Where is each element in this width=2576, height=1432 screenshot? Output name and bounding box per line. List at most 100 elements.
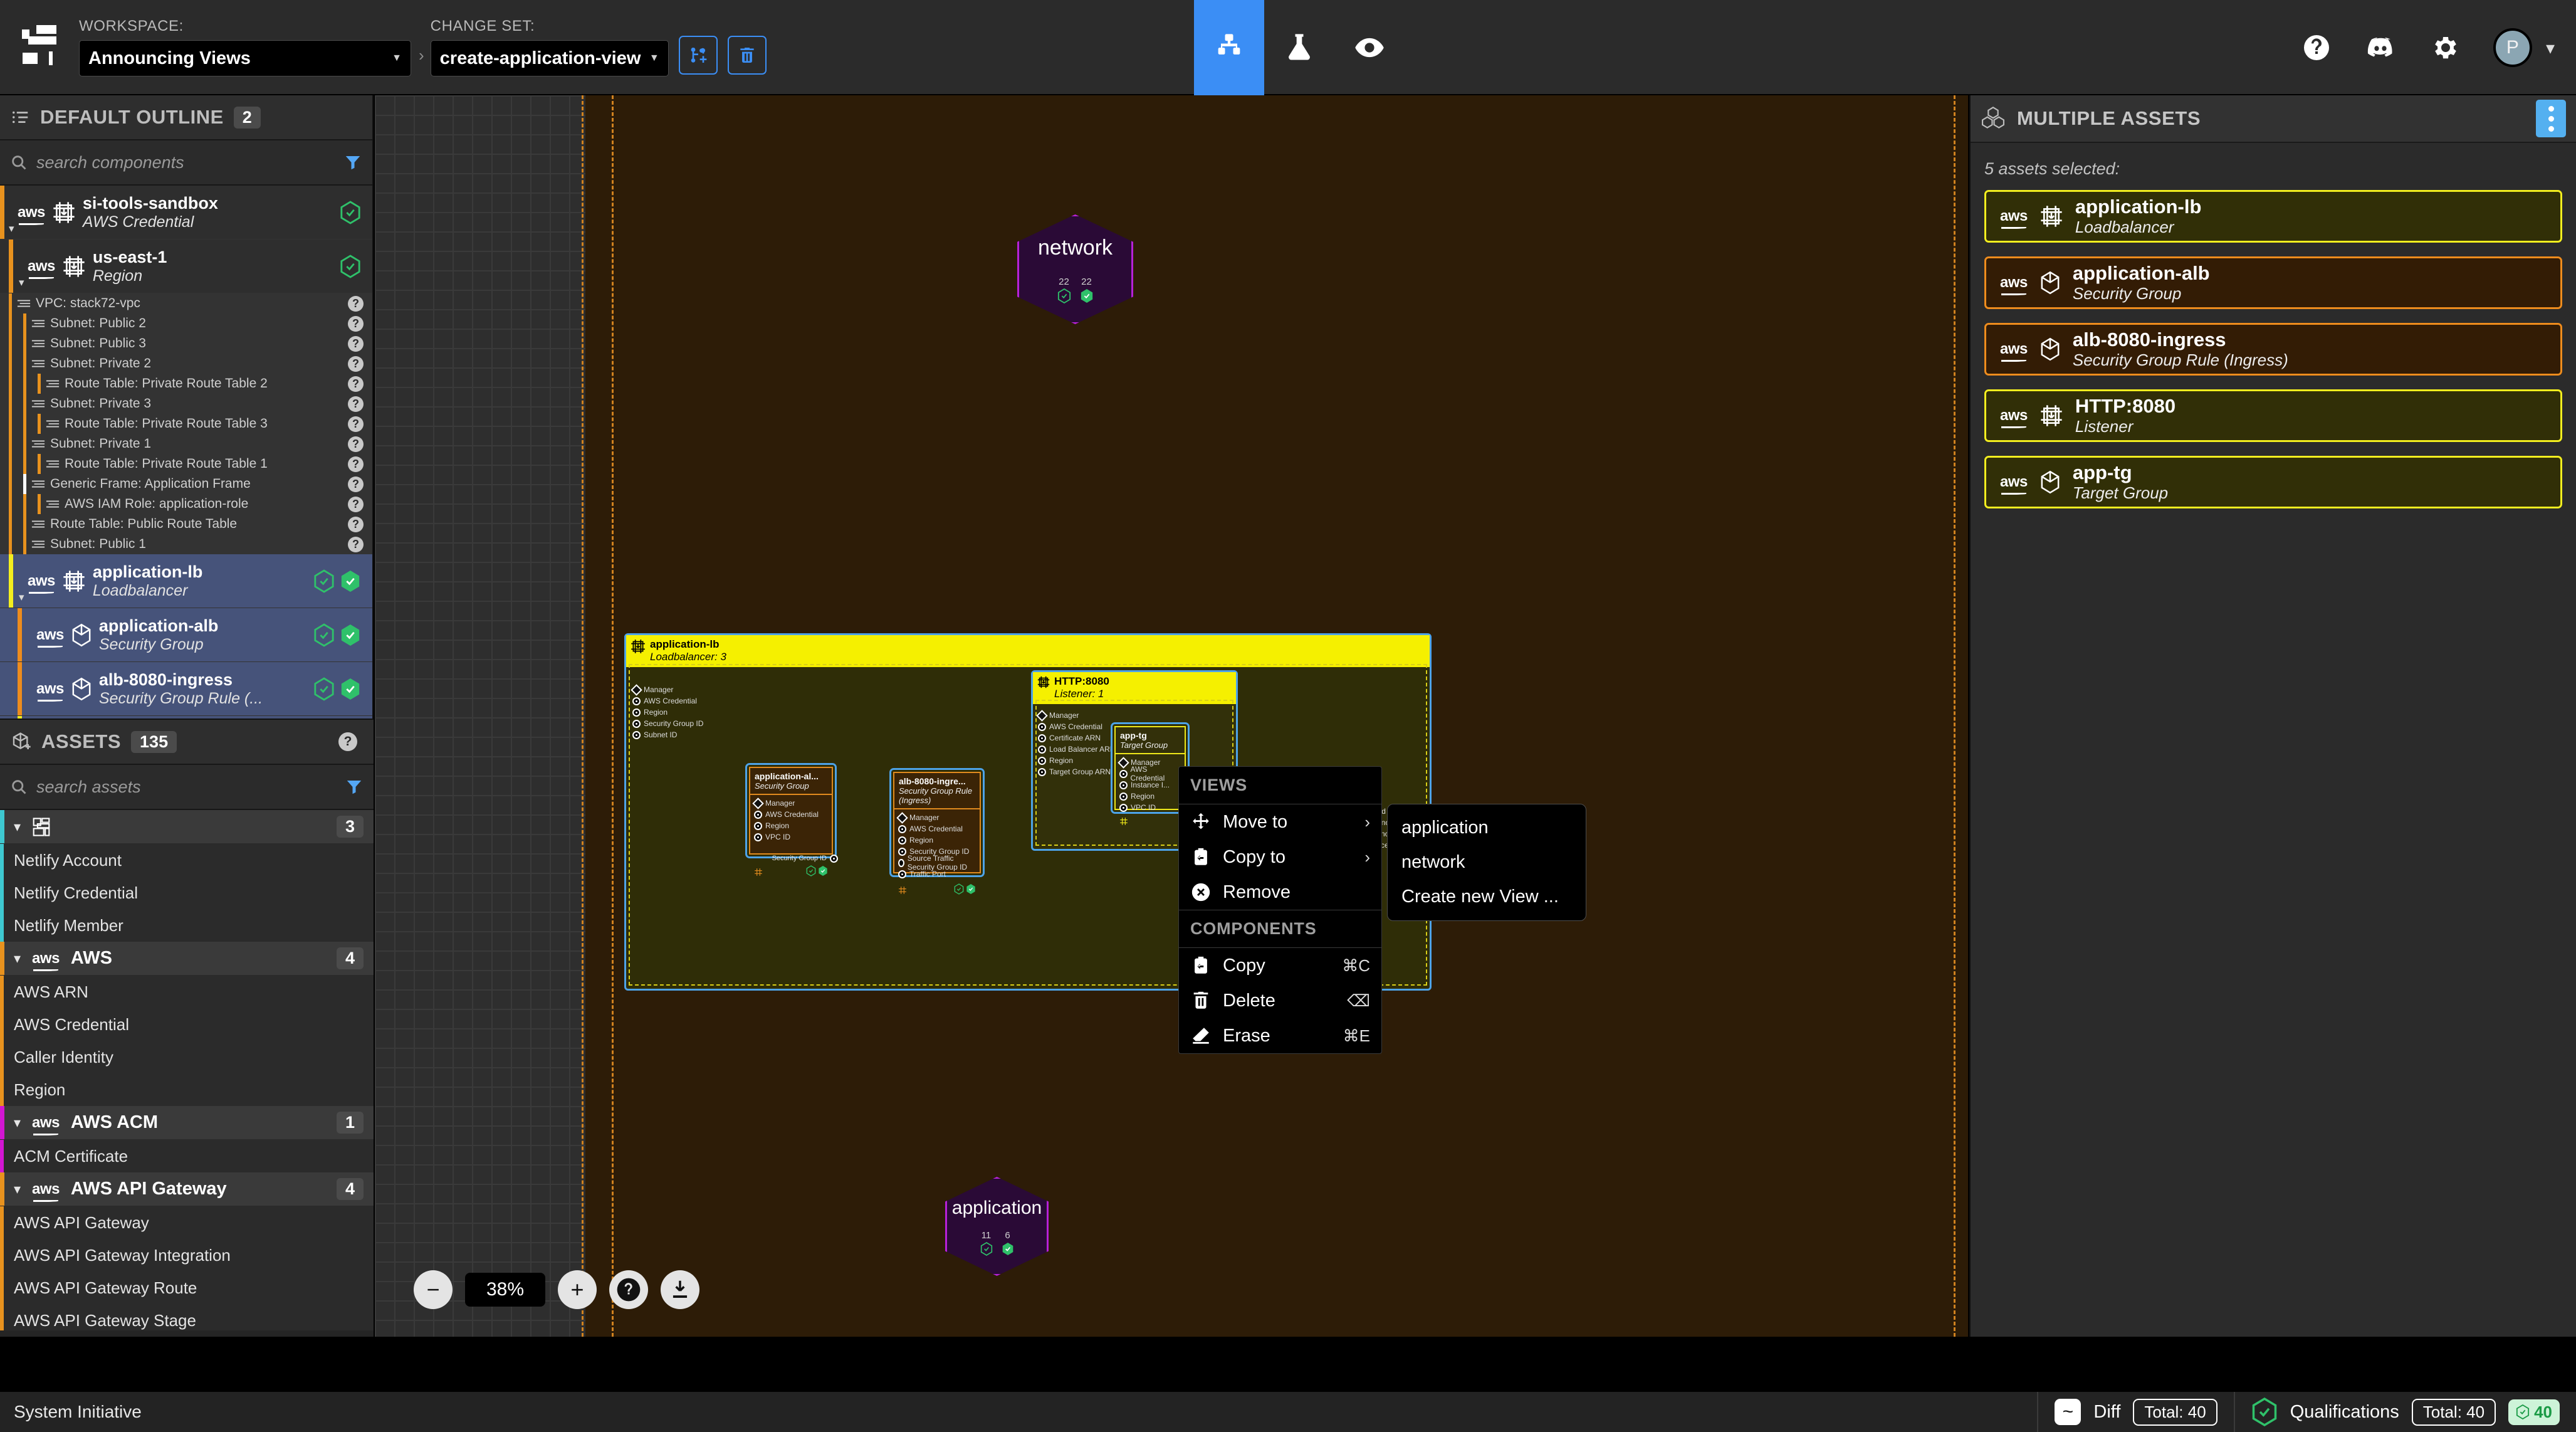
help-icon[interactable]: ? [348, 456, 364, 472]
help-icon[interactable]: ? [348, 315, 364, 332]
component-alb-8080-ingress[interactable]: alb-8080-ingre... Security Group Rule (I… [889, 768, 985, 895]
diagram-canvas[interactable]: network 22 22 application 11 6 applicati… [375, 95, 1968, 1337]
chevron-down-icon[interactable]: ▾ [9, 223, 14, 235]
selected-asset-card[interactable]: aws HTTP:8080 Listener [1984, 389, 2562, 442]
selected-asset-card[interactable]: aws application-lb Loadbalancer [1984, 190, 2562, 243]
asset-item[interactable]: AWS API Gateway [0, 1206, 374, 1239]
outline-row-application-lb[interactable]: ▾ aws application-lb Loadbalancer [0, 554, 372, 608]
help-icon[interactable]: ? [348, 376, 364, 392]
outline-tree-item[interactable]: Subnet: Private 1? [0, 434, 372, 454]
socket[interactable]: AWS Credential [1038, 721, 1115, 732]
socket[interactable]: Manager [631, 683, 703, 696]
view-tab[interactable] [1334, 0, 1405, 95]
socket[interactable]: Certificate ARN [1038, 732, 1115, 744]
chevron-down-icon[interactable]: ▾ [19, 276, 24, 289]
chevron-down-icon[interactable]: ▾ [14, 1115, 21, 1131]
outline-tree-item[interactable]: Subnet: Private 2? [0, 354, 372, 374]
socket[interactable]: AWS Credential [1119, 765, 1181, 782]
socket[interactable]: Subnet ID [632, 729, 703, 740]
help-icon[interactable]: ? [348, 416, 364, 432]
help-icon[interactable]: ? [348, 516, 364, 532]
context-menu-item-delete[interactable]: Delete ⌫ [1179, 983, 1381, 1018]
socket[interactable]: AWS Credential [754, 809, 828, 820]
create-change-set-button[interactable] [678, 36, 718, 75]
lab-tab[interactable] [1264, 0, 1334, 95]
outline-tree-item[interactable]: Subnet: Public 3? [0, 334, 372, 354]
context-menu-item-copy[interactable]: Copy ⌘C [1179, 948, 1381, 983]
help-icon[interactable]: ? [348, 536, 364, 552]
submenu-item-network[interactable]: network [1388, 845, 1586, 880]
diff-section[interactable]: ~ Diff Total: 40 [2037, 1392, 2233, 1432]
asset-group-netlify[interactable]: ▾ 3 [0, 810, 374, 844]
selected-asset-card[interactable]: aws app-tg Target Group [1984, 456, 2562, 508]
diagram-tab[interactable] [1194, 0, 1264, 95]
outline-tree-item[interactable]: Subnet: Private 3? [0, 394, 372, 414]
delete-change-set-button[interactable] [727, 36, 767, 75]
zoom-level[interactable]: 38% [465, 1273, 546, 1307]
outline-row-alb-8080-ingress[interactable]: aws alb-8080-ingress Security Group Rule (… [0, 662, 372, 716]
help-icon[interactable]: ? [348, 496, 364, 512]
add-asset-icon[interactable] [11, 732, 31, 752]
socket[interactable]: Region [1038, 755, 1115, 766]
avatar[interactable]: P [2493, 28, 2532, 67]
context-menu[interactable]: VIEWS Move to › Copy to › Remove COMPONE… [1178, 766, 1382, 1054]
asset-group-aws[interactable]: ▾ aws AWS 4 [0, 942, 374, 976]
help-icon[interactable]: ? [348, 396, 364, 412]
socket[interactable]: Region [754, 820, 828, 831]
filter-funnel-icon[interactable] [345, 777, 364, 796]
component-output-socket[interactable]: Security Group ID [750, 853, 838, 864]
asset-item[interactable]: Netlify Member [0, 909, 374, 942]
more-options-button[interactable] [2536, 100, 2566, 137]
si-logo-icon[interactable] [18, 25, 56, 69]
selected-asset-card[interactable]: aws application-alb Security Group [1984, 256, 2562, 309]
socket[interactable]: AWS Credential [632, 695, 703, 707]
asset-item[interactable]: AWS Credential [0, 1008, 374, 1041]
help-icon[interactable]: ? [348, 436, 364, 452]
socket[interactable]: Target Group ARN [1038, 766, 1115, 777]
socket[interactable]: Source Traffic Security Group ID [898, 854, 976, 871]
chevron-down-icon[interactable]: ▾ [14, 819, 21, 835]
socket[interactable]: Load Balancer ARN [1038, 744, 1115, 755]
settings-gear-icon[interactable] [2429, 33, 2459, 63]
outline-row-us-east-1[interactable]: ▾ aws us-east-1 Region [0, 240, 372, 293]
help-icon[interactable]: ? [348, 355, 364, 372]
chevron-down-icon[interactable]: ▾ [19, 591, 24, 604]
context-submenu-views[interactable]: application network Create new View ... [1387, 804, 1586, 921]
submenu-item-application[interactable]: application [1388, 811, 1586, 845]
search-assets-input[interactable] [36, 777, 336, 797]
asset-item[interactable]: Netlify Account [0, 844, 374, 877]
chevron-down-icon[interactable]: ▾ [14, 1181, 21, 1198]
download-button[interactable] [661, 1270, 700, 1309]
asset-item[interactable]: AWS API Gateway Stage [0, 1304, 374, 1330]
changeset-select[interactable]: create-application-view ▼ [430, 40, 669, 76]
asset-item[interactable]: Netlify Credential [0, 877, 374, 909]
context-menu-item-remove[interactable]: Remove [1179, 875, 1381, 910]
context-menu-item-move-to[interactable]: Move to › [1179, 804, 1381, 840]
outline-row-si-tools-sandbox[interactable]: ▾ aws si-tools-sandbox AWS Credential [0, 186, 372, 240]
socket[interactable]: Security Group ID [632, 718, 703, 729]
socket[interactable]: Manager [1036, 709, 1115, 722]
component-application-alb[interactable]: application-al... Security Group Manager… [745, 763, 838, 877]
help-icon[interactable]: ? [348, 335, 364, 352]
socket[interactable]: Region [898, 834, 976, 846]
asset-item[interactable]: AWS API Gateway Route [0, 1271, 374, 1304]
outline-row-application-alb[interactable]: aws application-alb Security Group [0, 608, 372, 662]
help-icon[interactable]: ? [348, 295, 364, 312]
socket[interactable]: VPC ID [754, 831, 828, 843]
outline-tree-item[interactable]: Route Table: Private Route Table 3? [0, 414, 372, 434]
canvas-help-button[interactable] [609, 1270, 649, 1309]
asset-item[interactable]: AWS API Gateway Integration [0, 1239, 374, 1271]
asset-item[interactable]: ACM Certificate [0, 1140, 374, 1172]
selected-asset-card[interactable]: aws alb-8080-ingress Security Group Rule (… [1984, 323, 2562, 376]
help-icon[interactable]: ? [338, 732, 357, 751]
chevron-down-icon[interactable]: ▾ [14, 950, 21, 967]
socket[interactable]: AWS Credential [898, 823, 976, 834]
context-menu-item-erase[interactable]: Erase ⌘E [1179, 1018, 1381, 1053]
asset-group-aws-acm[interactable]: ▾ aws AWS ACM 1 [0, 1106, 374, 1140]
discord-icon[interactable] [2365, 33, 2395, 63]
outline-tree-item[interactable]: Route Table: Private Route Table 1? [0, 454, 372, 474]
asset-item[interactable]: Region [0, 1073, 374, 1106]
outline-tree-item[interactable]: Subnet: Public 1? [0, 534, 372, 554]
filter-funnel-icon[interactable] [343, 153, 362, 172]
zoom-out-button[interactable]: − [414, 1270, 453, 1309]
